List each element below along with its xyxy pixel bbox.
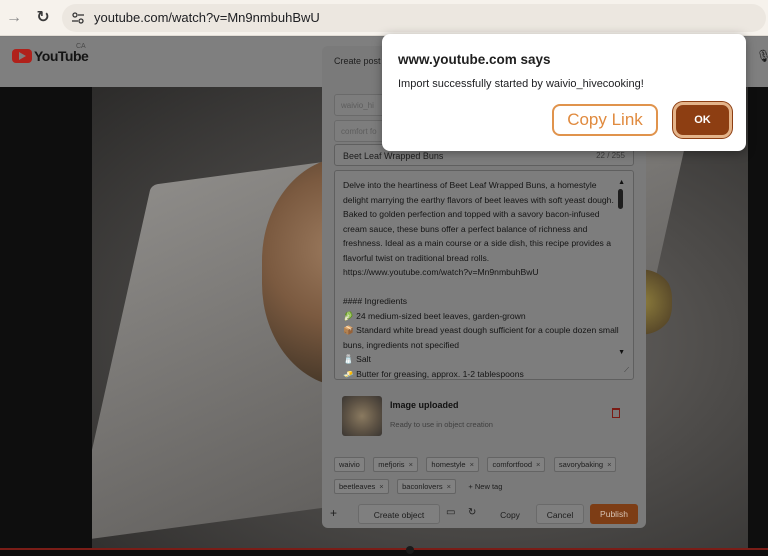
tag-label: waivio xyxy=(339,460,360,469)
tag-chip[interactable]: baconlovers × xyxy=(397,479,456,494)
add-button[interactable]: + xyxy=(330,506,337,520)
cancel-button[interactable]: Cancel xyxy=(536,504,584,524)
scroll-down-icon[interactable]: ▼ xyxy=(618,349,625,356)
create-object-button[interactable]: Create object xyxy=(358,504,440,524)
alert-title: www.youtube.com says xyxy=(398,52,551,67)
publish-button[interactable]: Publish xyxy=(590,504,638,524)
scroll-up-icon[interactable]: ▲ xyxy=(618,179,625,186)
forward-icon[interactable]: → xyxy=(4,8,24,28)
tag-label: baconlovers xyxy=(402,482,443,491)
image-upload-status: Image uploaded Ready to use in object cr… xyxy=(334,392,634,442)
author-field-text: waivio_hi xyxy=(341,101,374,110)
copy-link-button[interactable]: Copy Link xyxy=(552,104,658,136)
alert-dialog: www.youtube.com says Import successfully… xyxy=(382,34,746,151)
browser-toolbar: → ↻ youtube.com/watch?v=Mn9nmbuhBwU xyxy=(0,0,768,36)
scrollbar-thumb[interactable] xyxy=(618,189,623,209)
progress-scrubber[interactable] xyxy=(406,546,414,554)
microphone-icon[interactable]: 🎙 xyxy=(756,49,768,65)
category-field-text: comfort fo xyxy=(341,127,377,136)
remove-tag-icon[interactable]: × xyxy=(447,482,451,491)
remove-tag-icon[interactable]: × xyxy=(607,460,611,469)
modal-title: Create post xyxy=(334,56,381,66)
copy-button[interactable]: Copy xyxy=(488,504,532,524)
tag-label: savorybaking xyxy=(558,460,604,469)
tag-chip[interactable]: beetleaves × xyxy=(334,479,389,494)
title-char-count: 22 / 255 xyxy=(596,151,625,160)
ok-button[interactable]: OK xyxy=(673,102,732,138)
remove-tag-icon[interactable]: × xyxy=(409,460,413,469)
site-info-icon[interactable] xyxy=(70,10,86,26)
url-text[interactable]: youtube.com/watch?v=Mn9nmbuhBwU xyxy=(94,10,320,25)
video-camera-icon[interactable]: ▭ xyxy=(446,507,455,518)
tag-label: comfortfood xyxy=(492,460,533,469)
address-bar[interactable]: youtube.com/watch?v=Mn9nmbuhBwU xyxy=(62,4,766,32)
video-progress-bar[interactable] xyxy=(0,548,768,550)
upload-subtitle: Ready to use in object creation xyxy=(390,420,493,429)
tag-label: beetleaves xyxy=(339,482,376,491)
upload-title: Image uploaded xyxy=(390,400,459,410)
youtube-logo-text: YouTube xyxy=(34,48,89,64)
tag-chip[interactable]: mefjoris × xyxy=(373,457,418,472)
modal-footer: + Create object ▭ ↻ Copy Cancel Publish xyxy=(322,502,646,528)
description-text: Delve into the heartiness of Beet Leaf W… xyxy=(343,180,619,379)
delete-icon[interactable] xyxy=(612,408,620,418)
uploaded-image-thumbnail xyxy=(342,396,382,436)
remove-tag-icon[interactable]: × xyxy=(536,460,540,469)
description-textarea[interactable]: Delve into the heartiness of Beet Leaf W… xyxy=(334,170,634,380)
youtube-play-icon xyxy=(12,49,32,63)
tag-chip[interactable]: comfortfood × xyxy=(487,457,546,472)
tag-chip[interactable]: savorybaking × xyxy=(553,457,617,472)
resize-grip-icon[interactable]: ⟋ xyxy=(624,367,629,375)
country-code: CA xyxy=(76,43,86,50)
refresh-icon[interactable]: ↻ xyxy=(468,507,476,518)
tag-chip[interactable]: homestyle × xyxy=(426,457,479,472)
tag-chip[interactable]: waivio xyxy=(334,457,365,472)
remove-tag-icon[interactable]: × xyxy=(470,460,474,469)
tag-label: mefjoris xyxy=(378,460,405,469)
new-tag-button[interactable]: + New tag xyxy=(464,480,506,493)
tag-list: waivio mefjoris × homestyle × comfortfood ×… xyxy=(334,454,634,498)
tag-label: homestyle xyxy=(431,460,466,469)
remove-tag-icon[interactable]: × xyxy=(379,482,383,491)
post-title-text: Beet Leaf Wrapped Buns xyxy=(343,151,444,161)
reload-icon[interactable]: ↻ xyxy=(33,8,53,28)
alert-message: Import successfully started by waivio_hi… xyxy=(398,78,644,90)
